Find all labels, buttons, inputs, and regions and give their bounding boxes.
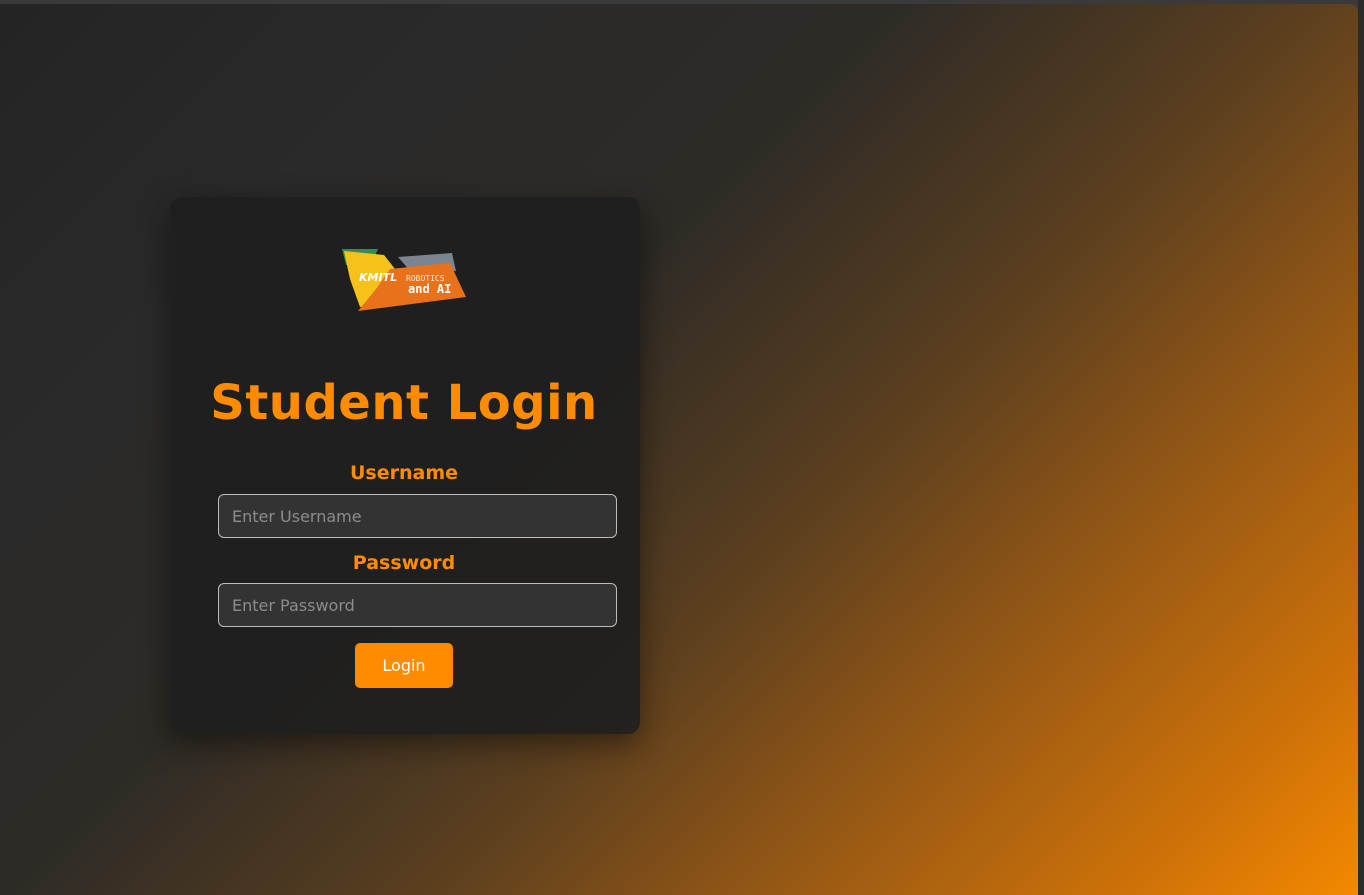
login-button[interactable]: Login (355, 643, 453, 688)
kmitl-robotics-ai-logo: KMITL ROBOTICS and AI (342, 249, 466, 311)
logo-and-ai-text: and AI (408, 282, 451, 296)
password-input[interactable] (218, 583, 617, 627)
logo-kmitl-text: KMITL (359, 271, 397, 284)
password-label: Password (352, 552, 456, 574)
page-title: Student Login (210, 375, 598, 431)
window-edge (1358, 0, 1364, 895)
username-label: Username (349, 462, 459, 484)
login-card: KMITL ROBOTICS and AI Student Login User… (170, 197, 640, 734)
page-background: KMITL ROBOTICS and AI Student Login User… (0, 4, 1358, 895)
username-input[interactable] (218, 494, 617, 538)
